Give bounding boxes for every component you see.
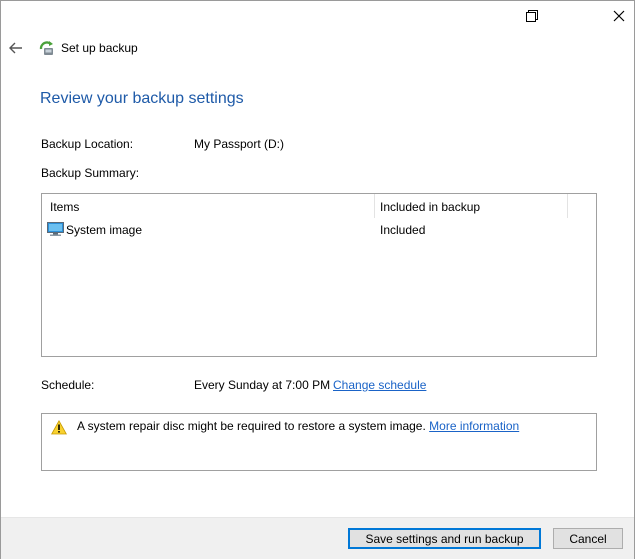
column-divider[interactable] xyxy=(374,194,375,218)
restore-window-button[interactable] xyxy=(512,1,552,31)
backup-icon xyxy=(39,41,53,55)
restore-window-icon xyxy=(526,10,538,22)
page-heading: Review your backup settings xyxy=(40,90,244,107)
item-name: System image xyxy=(66,223,143,237)
monitor-icon xyxy=(47,222,64,236)
more-information-link[interactable]: More information xyxy=(429,419,519,433)
close-button[interactable] xyxy=(599,1,635,31)
backup-location-value: My Passport (D:) xyxy=(194,137,285,151)
title-bar xyxy=(1,1,634,31)
save-and-run-button[interactable]: Save settings and run backup xyxy=(348,528,541,549)
backup-summary-list[interactable]: Items Included in backup System image In… xyxy=(41,193,597,357)
close-icon xyxy=(613,10,625,22)
warning-box: A system repair disc might be required t… xyxy=(41,413,597,471)
warning-text: A system repair disc might be required t… xyxy=(77,419,426,433)
item-status: Included xyxy=(380,223,426,237)
schedule-label: Schedule: xyxy=(41,378,95,392)
dialog-footer: Save settings and run backup Cancel xyxy=(1,517,634,559)
backup-summary-label: Backup Summary: xyxy=(41,166,140,180)
backup-location-label: Backup Location: xyxy=(41,137,134,151)
list-item[interactable]: System image Included xyxy=(42,219,596,241)
app-title: Set up backup xyxy=(61,41,138,55)
back-arrow-icon xyxy=(9,42,22,54)
column-header-items[interactable]: Items xyxy=(50,200,79,214)
column-divider[interactable] xyxy=(567,194,568,218)
back-button[interactable] xyxy=(7,39,25,57)
navigation-bar: Set up backup xyxy=(1,31,634,65)
change-schedule-link[interactable]: Change schedule xyxy=(333,378,426,392)
list-header: Items Included in backup xyxy=(42,194,596,218)
warning-message: A system repair disc might be required t… xyxy=(77,419,519,433)
schedule-value: Every Sunday at 7:00 PM xyxy=(194,378,331,392)
backup-dialog-window: Set up backup Review your backup setting… xyxy=(0,0,635,559)
cancel-button[interactable]: Cancel xyxy=(553,528,623,549)
warning-icon xyxy=(51,420,67,435)
column-header-included[interactable]: Included in backup xyxy=(380,200,480,214)
